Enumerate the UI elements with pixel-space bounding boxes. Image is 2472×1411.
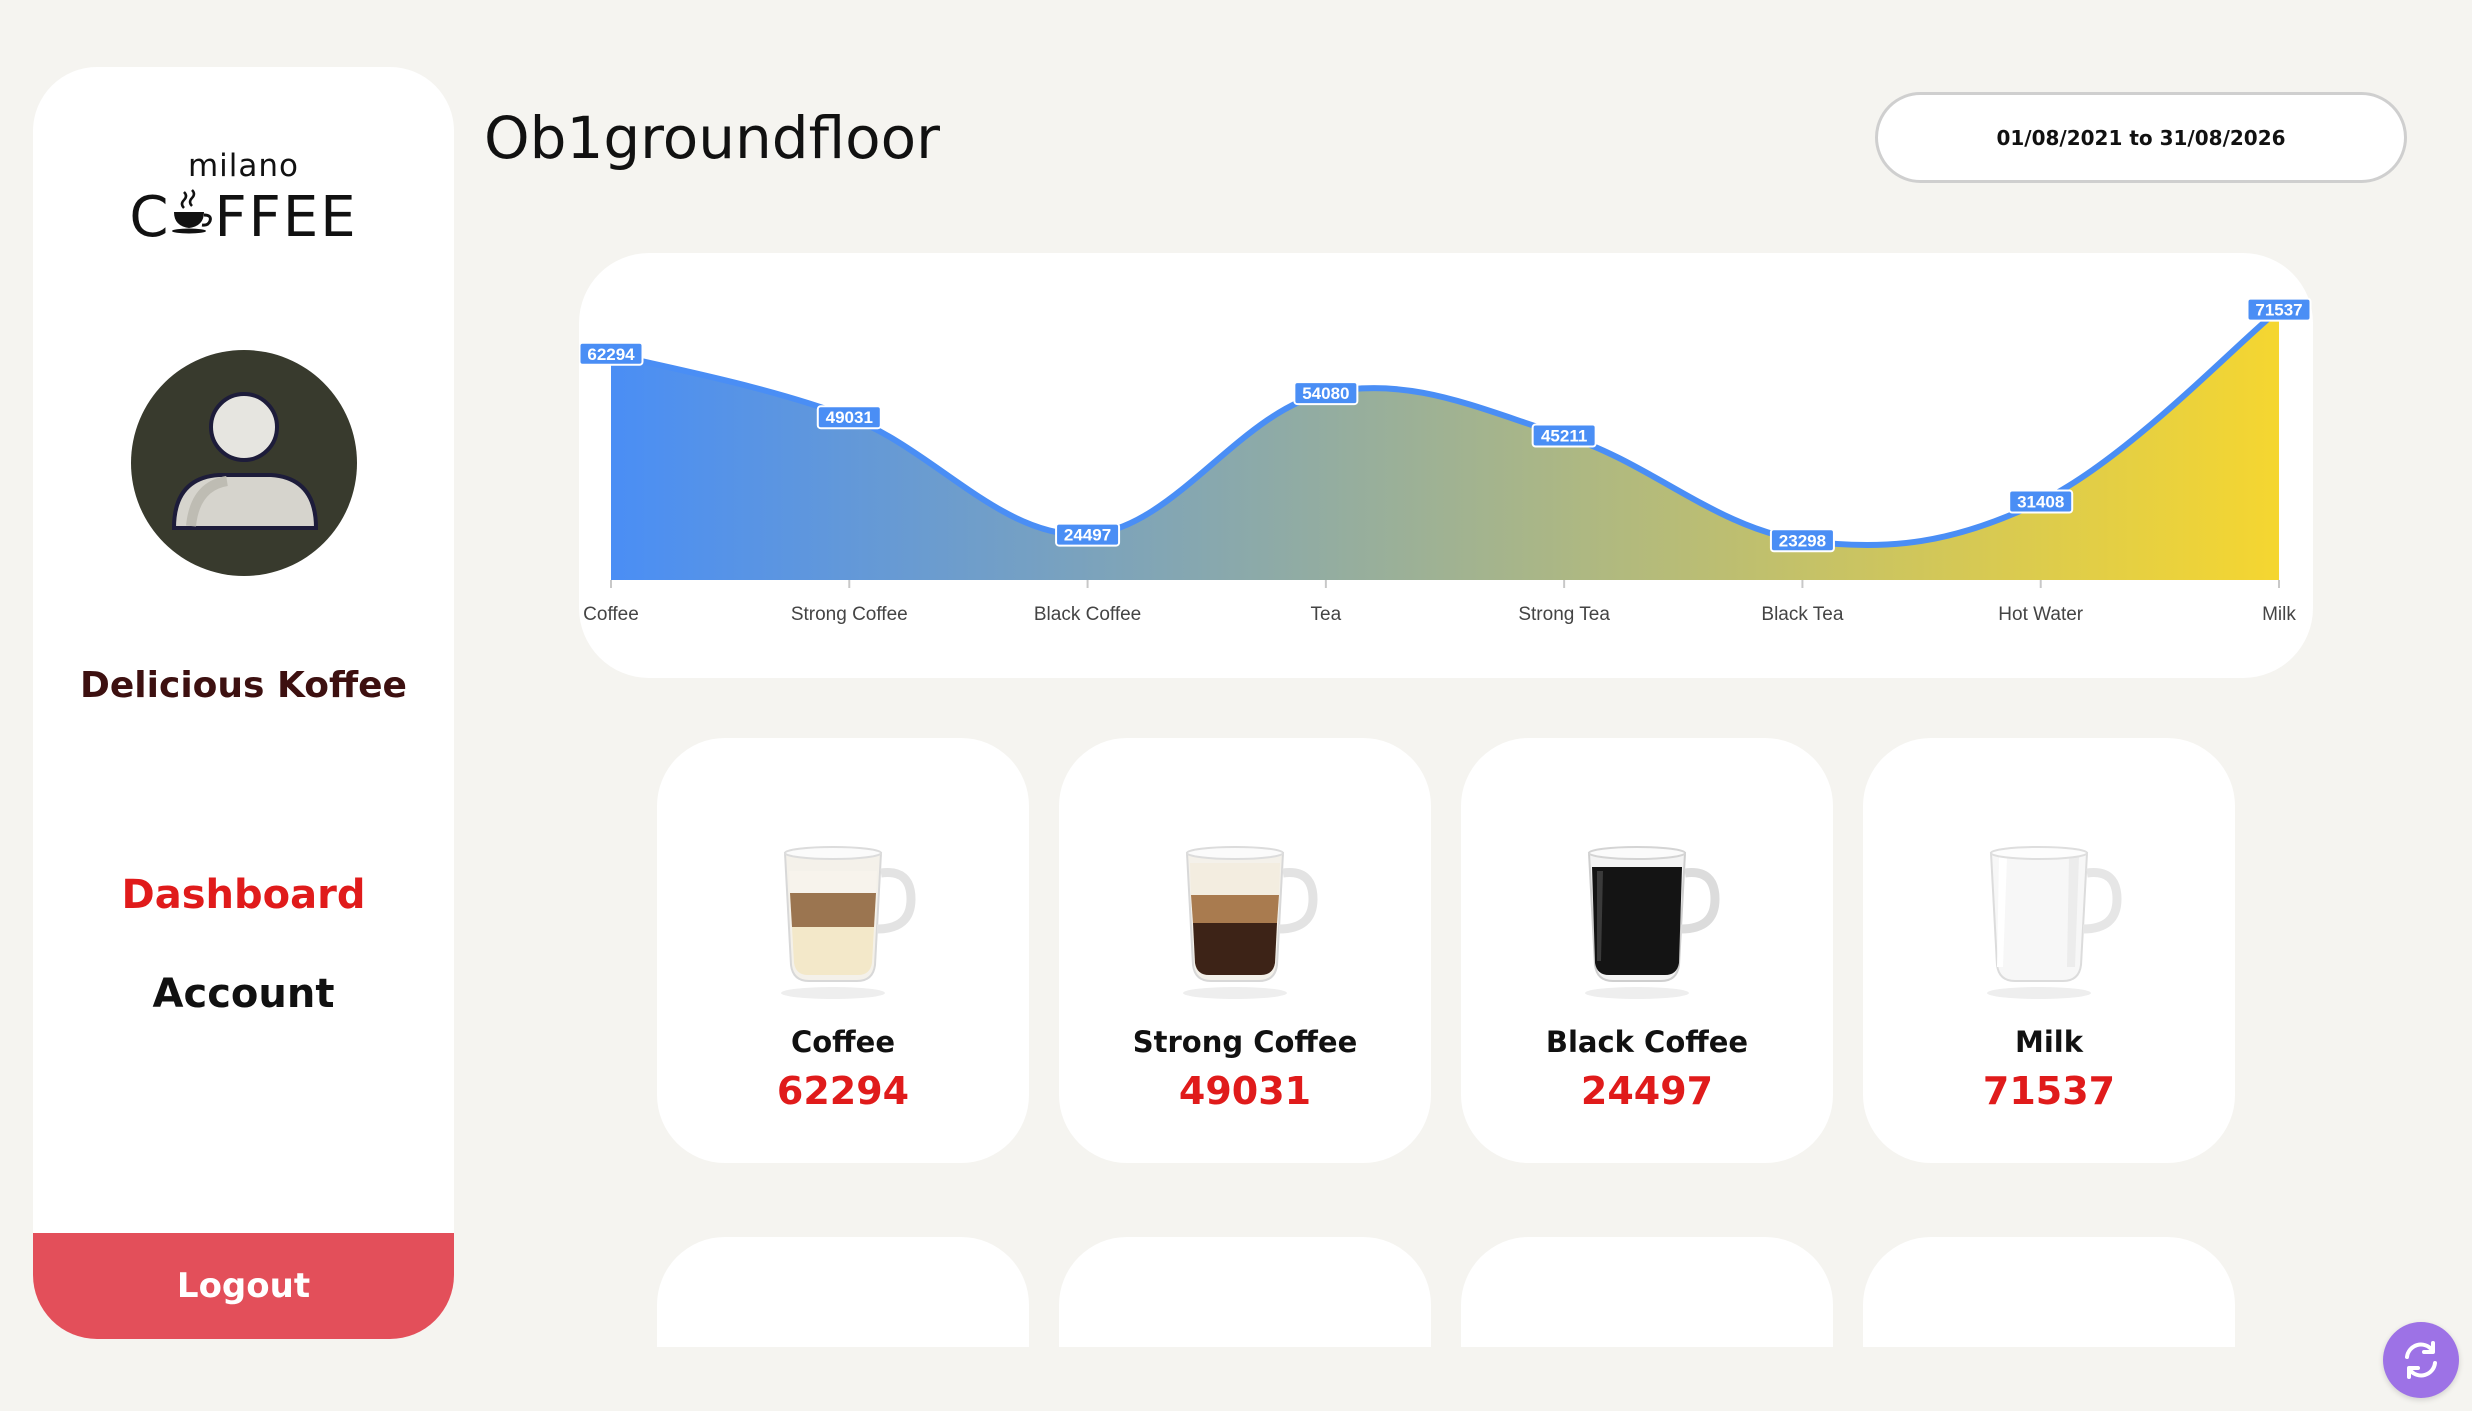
data-label: 45211 bbox=[1531, 423, 1597, 448]
product-card-partial[interactable] bbox=[1863, 1237, 2235, 1347]
data-label: 31408 bbox=[2008, 489, 2074, 514]
svg-text:23298: 23298 bbox=[1779, 531, 1826, 550]
x-axis-label: Black Tea bbox=[1761, 604, 1843, 625]
area-chart: 62294 49031 24497 54080 45211 23298 31408 71537… bbox=[579, 297, 2312, 625]
user-name: Delicious Koffee bbox=[80, 665, 407, 706]
x-axis-label: Milk bbox=[2262, 604, 2296, 625]
svg-text:62294: 62294 bbox=[587, 345, 635, 364]
product-count: 62294 bbox=[776, 1069, 910, 1113]
product-name: Milk bbox=[2014, 1025, 2084, 1059]
sidebar: milano C FFEE Delicious Koffee Dashboard … bbox=[33, 67, 454, 1339]
logo-title: C FFEE bbox=[129, 184, 358, 250]
data-label: 23298 bbox=[1769, 528, 1835, 553]
milk-cup-icon bbox=[1969, 833, 2129, 1003]
latte-cup-icon bbox=[763, 833, 923, 1003]
page-title: Ob1groundfloor bbox=[484, 104, 940, 172]
data-label: 54080 bbox=[1293, 381, 1359, 406]
data-label: 49031 bbox=[816, 405, 882, 430]
product-card-partial[interactable] bbox=[657, 1237, 1029, 1347]
logout-button[interactable]: Logout bbox=[33, 1233, 454, 1339]
date-range-picker[interactable]: 01/08/2021 to 31/08/2026 bbox=[1875, 92, 2407, 183]
cappuccino-cup-icon bbox=[1165, 833, 1325, 1003]
refresh-button[interactable] bbox=[2383, 1322, 2459, 1398]
refresh-icon bbox=[2405, 1341, 2437, 1379]
date-range-label: 01/08/2021 to 31/08/2026 bbox=[1996, 125, 2286, 150]
product-count: 49031 bbox=[1178, 1069, 1312, 1113]
user-icon bbox=[171, 392, 319, 530]
product-card-partial[interactable] bbox=[1461, 1237, 1833, 1347]
product-name: Black Coffee bbox=[1545, 1025, 1749, 1059]
product-name: Strong Coffee bbox=[1132, 1025, 1358, 1059]
x-axis-label: Strong Coffee bbox=[791, 604, 908, 625]
nav-dashboard[interactable]: Dashboard bbox=[33, 872, 454, 918]
product-count: 24497 bbox=[1580, 1069, 1714, 1113]
nav-account[interactable]: Account bbox=[33, 971, 454, 1017]
logo-subtitle: milano bbox=[187, 148, 300, 184]
product-card-milk[interactable]: Milk 71537 bbox=[1863, 738, 2235, 1163]
x-axis-label: Black Coffee bbox=[1034, 604, 1141, 625]
svg-text:71537: 71537 bbox=[2255, 301, 2302, 320]
svg-text:24497: 24497 bbox=[1064, 526, 1111, 545]
x-axis-label: Coffee bbox=[583, 604, 639, 625]
chart-card: 62294 49031 24497 54080 45211 23298 31408 71537… bbox=[579, 253, 2313, 678]
data-label: 24497 bbox=[1055, 522, 1121, 547]
product-card-partial[interactable] bbox=[1059, 1237, 1431, 1347]
data-label: 62294 bbox=[579, 341, 644, 366]
svg-text:49031: 49031 bbox=[826, 408, 873, 427]
svg-text:45211: 45211 bbox=[1541, 426, 1587, 445]
coffee-cup-logo-icon bbox=[170, 184, 214, 243]
black-coffee-cup-icon bbox=[1567, 833, 1727, 1003]
svg-text:54080: 54080 bbox=[1302, 384, 1349, 403]
chart-area-fill bbox=[611, 309, 2279, 580]
x-axis-label: Tea bbox=[1311, 604, 1342, 625]
svg-text:31408: 31408 bbox=[2017, 493, 2064, 512]
x-axis-label: Strong Tea bbox=[1518, 604, 1610, 625]
product-card-coffee[interactable]: Coffee 62294 bbox=[657, 738, 1029, 1163]
product-name: Coffee bbox=[790, 1025, 896, 1059]
brand-logo: milano C FFEE bbox=[33, 151, 454, 248]
data-label: 71537 bbox=[2246, 297, 2312, 322]
product-count: 71537 bbox=[1982, 1069, 2116, 1113]
x-axis-label: Hot Water bbox=[1998, 604, 2083, 625]
avatar bbox=[131, 350, 357, 576]
product-card-strong-coffee[interactable]: Strong Coffee 49031 bbox=[1059, 738, 1431, 1163]
product-card-black-coffee[interactable]: Black Coffee 24497 bbox=[1461, 738, 1833, 1163]
